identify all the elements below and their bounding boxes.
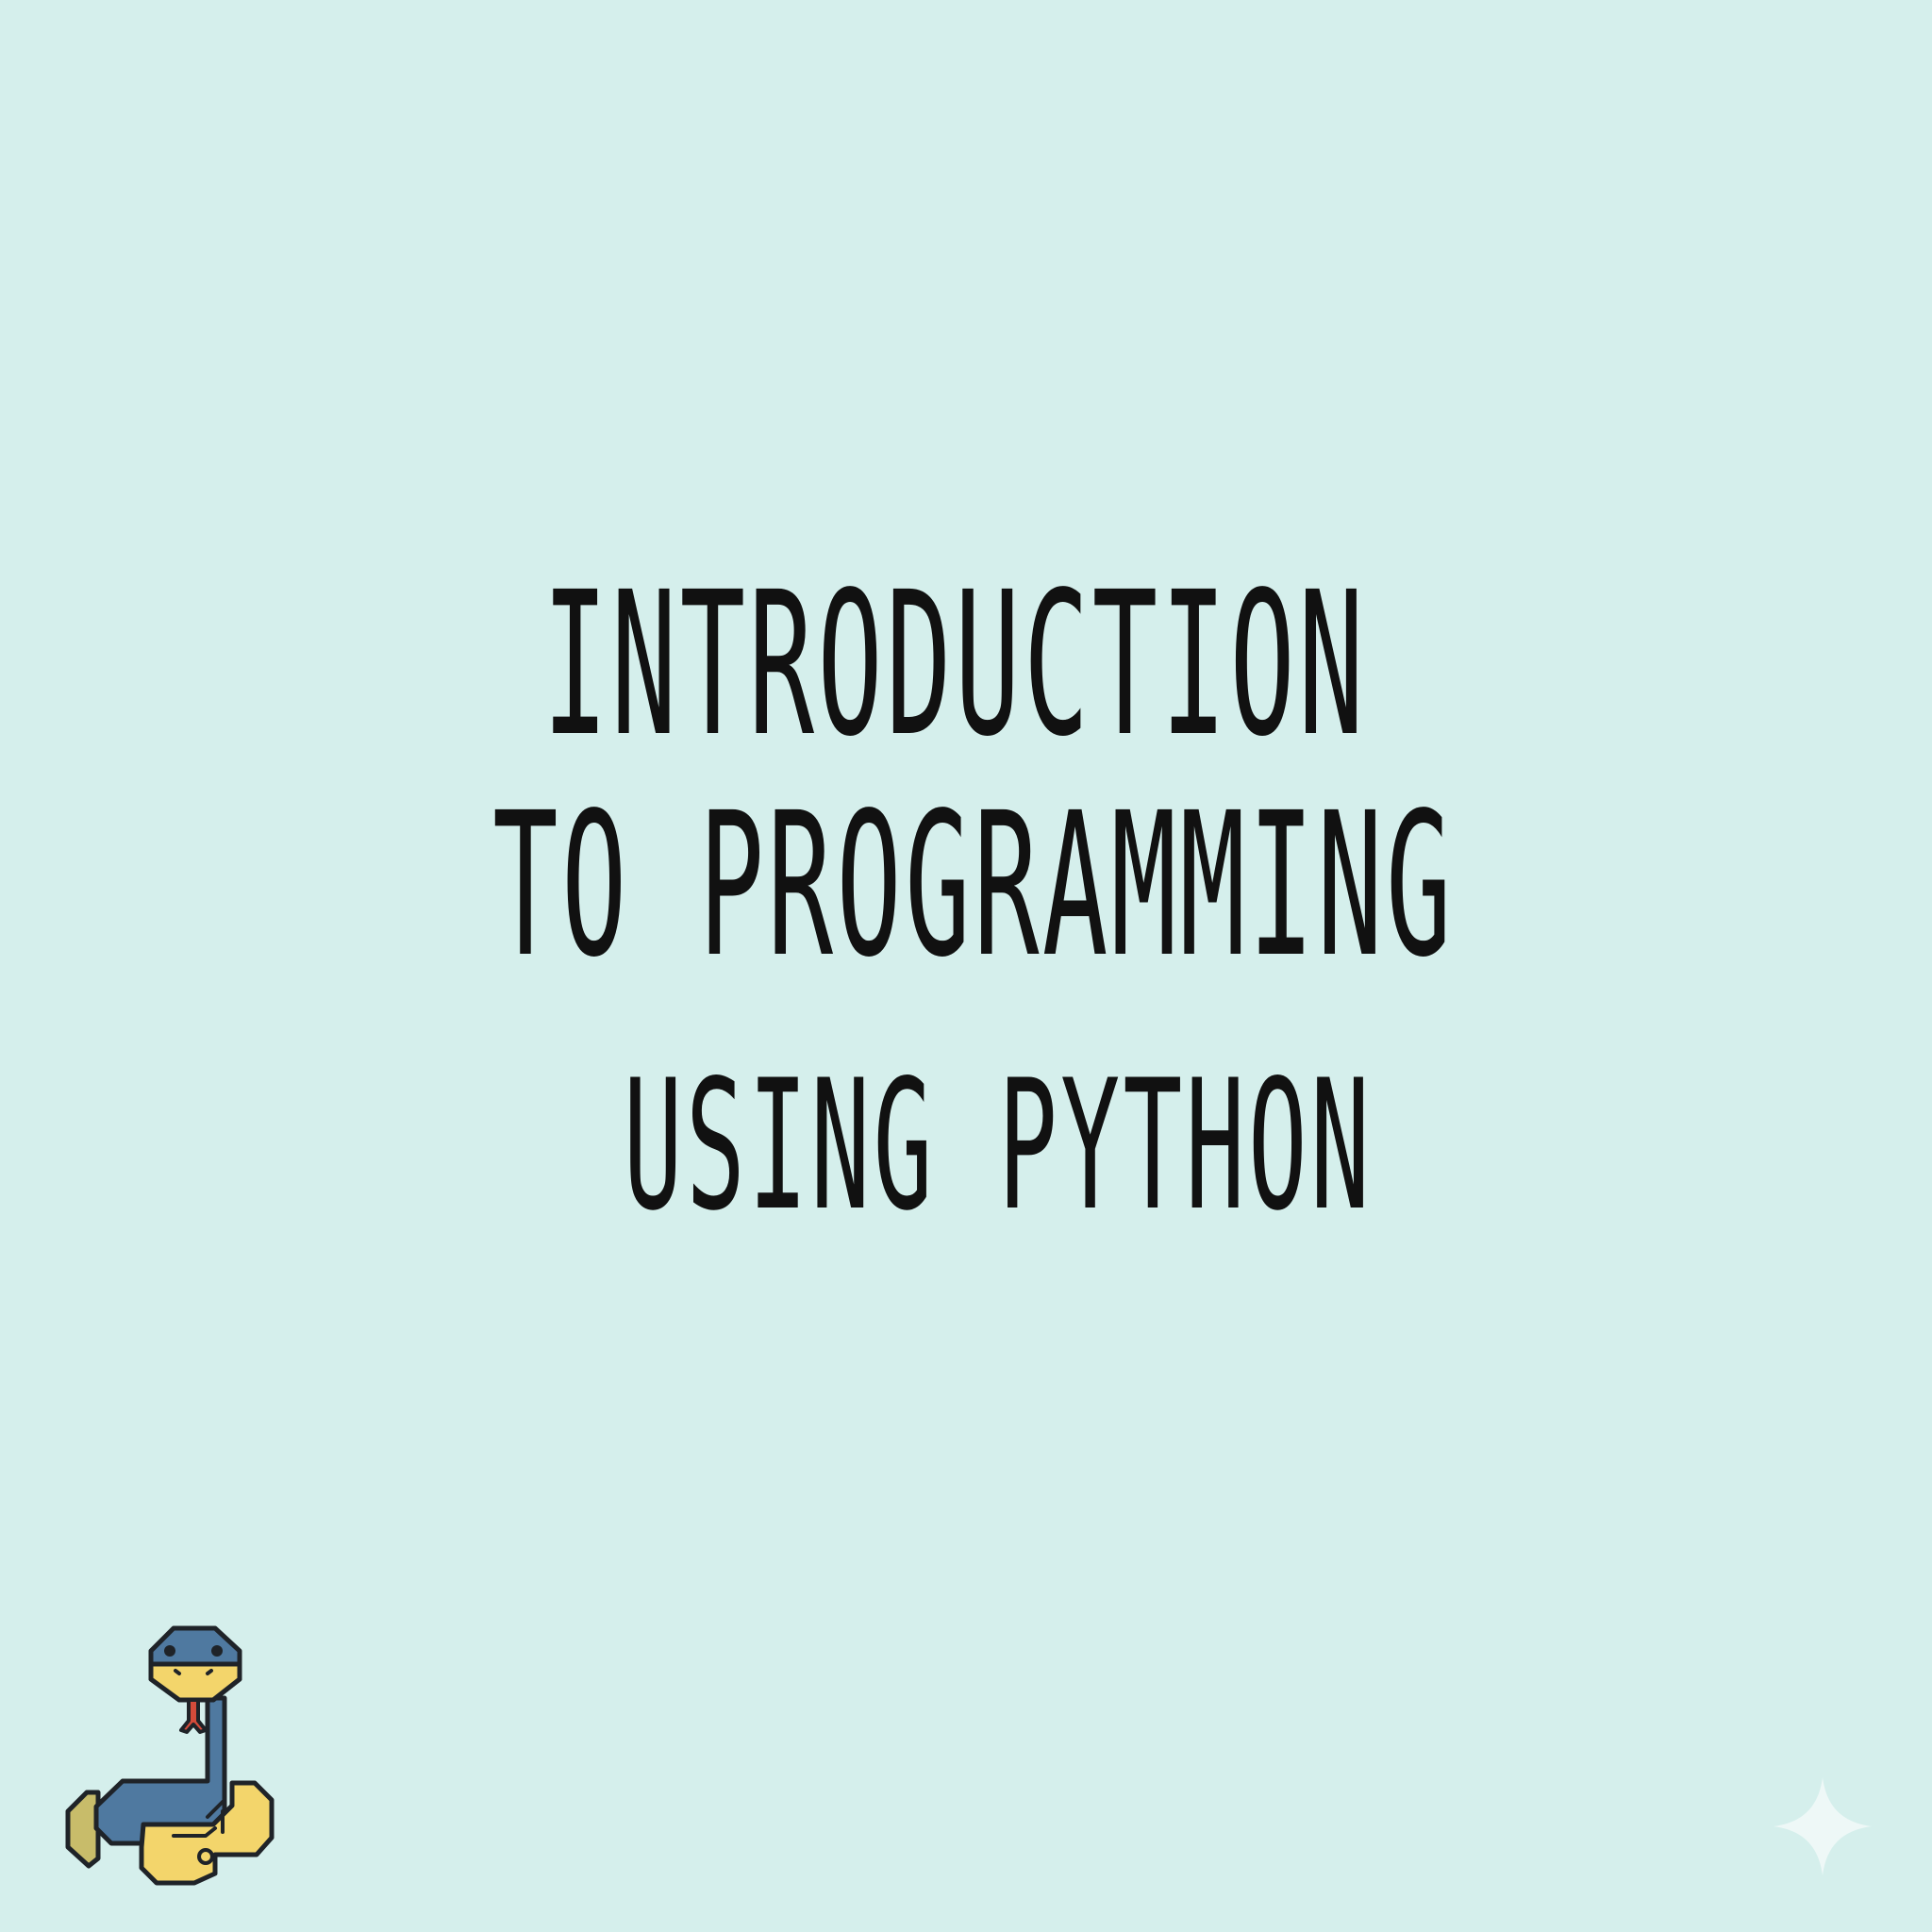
snake-tail-icon: [65, 1790, 101, 1869]
snake-right-eye-icon: [211, 1645, 223, 1657]
title-line-2: TO PROGRAMMING: [492, 770, 1455, 1001]
sparkle-watermark-icon: [1774, 1777, 1872, 1875]
python-snake-icon: [65, 1625, 275, 1886]
sparkle-shape-icon: [1774, 1777, 1872, 1875]
subtitle-line: USING PYTHON: [623, 1041, 1374, 1250]
snake-coil-ring-icon: [197, 1848, 214, 1865]
title-line-1: INTRODUCTION: [541, 549, 1368, 780]
snake-tongue-icon: [179, 1698, 208, 1734]
snake-left-eye-icon: [164, 1645, 175, 1657]
snake-face-icon: [148, 1661, 242, 1703]
snake-blue-body-icon: [93, 1695, 227, 1846]
